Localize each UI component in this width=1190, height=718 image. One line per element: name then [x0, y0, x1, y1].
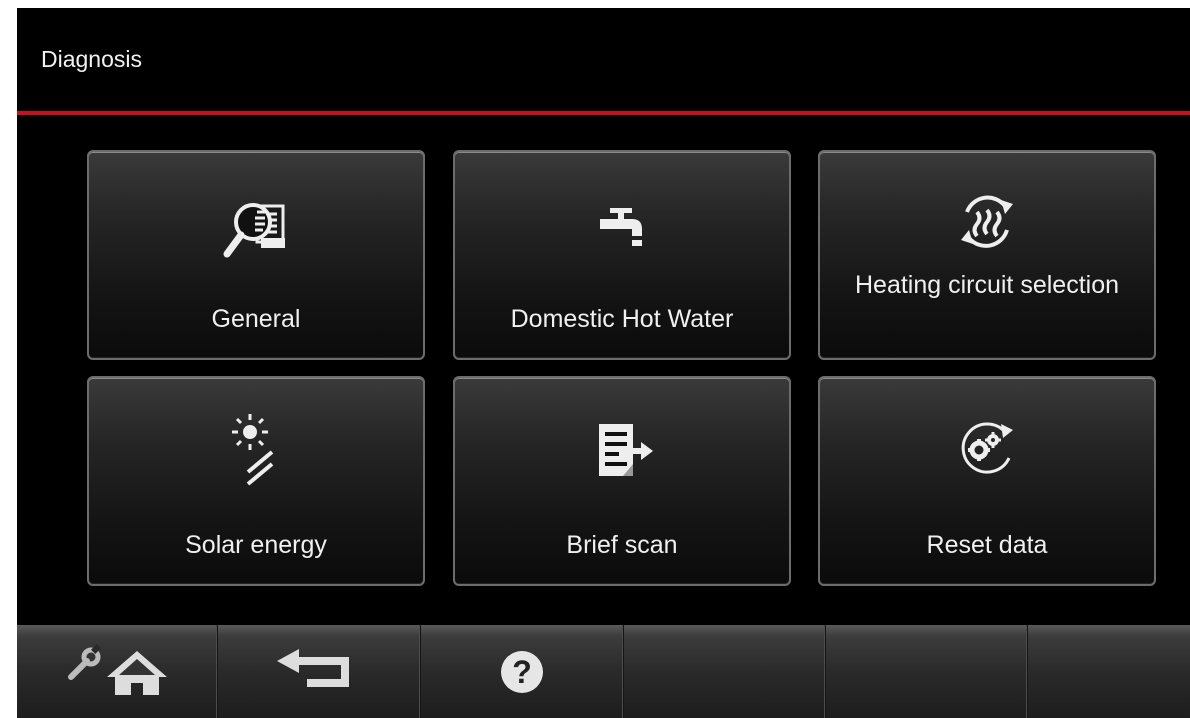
- tile-label: Domestic Hot Water: [510, 305, 734, 333]
- footer-slot-5[interactable]: [826, 625, 1028, 718]
- tile-label: Reset data: [926, 531, 1048, 559]
- reset-gears-icon: [820, 418, 1154, 478]
- page-title: Diagnosis: [41, 46, 142, 72]
- header-divider: [17, 111, 1190, 115]
- heating-circuit-selection-tile-button[interactable]: Heating circuit selection: [818, 150, 1156, 360]
- help-icon: ?: [501, 650, 543, 693]
- diagnosis-screen: Diagnosis General Domestic Hot Water Hea…: [17, 8, 1190, 718]
- heating-circuit-icon: [820, 190, 1154, 254]
- document-arrow-icon: [455, 418, 789, 484]
- back-button[interactable]: [218, 625, 421, 718]
- footer-slot-4[interactable]: [624, 625, 826, 718]
- footer-bar: ?: [17, 625, 1190, 718]
- service-home-button[interactable]: [17, 625, 218, 718]
- tile-label: General: [211, 305, 301, 333]
- faucet-icon: [455, 206, 789, 250]
- help-button[interactable]: ?: [421, 625, 624, 718]
- reset-data-tile-button[interactable]: Reset data: [818, 376, 1156, 586]
- header-bar: Diagnosis: [17, 8, 1190, 111]
- footer-slot-6[interactable]: [1028, 625, 1190, 718]
- brief-scan-tile-button[interactable]: Brief scan: [453, 376, 791, 586]
- general-tile-button[interactable]: General: [87, 150, 425, 360]
- tile-label: Solar energy: [185, 531, 327, 559]
- wrench-home-icon: [57, 637, 177, 706]
- magnifier-document-icon: [89, 194, 423, 268]
- tile-label: Brief scan: [566, 531, 678, 559]
- solar-panel-icon: [89, 410, 423, 490]
- domestic-hot-water-tile-button[interactable]: Domestic Hot Water: [453, 150, 791, 360]
- tile-label: Heating circuit selection: [854, 271, 1119, 299]
- solar-energy-tile-button[interactable]: Solar energy: [87, 376, 425, 586]
- back-arrow-icon: [271, 647, 367, 696]
